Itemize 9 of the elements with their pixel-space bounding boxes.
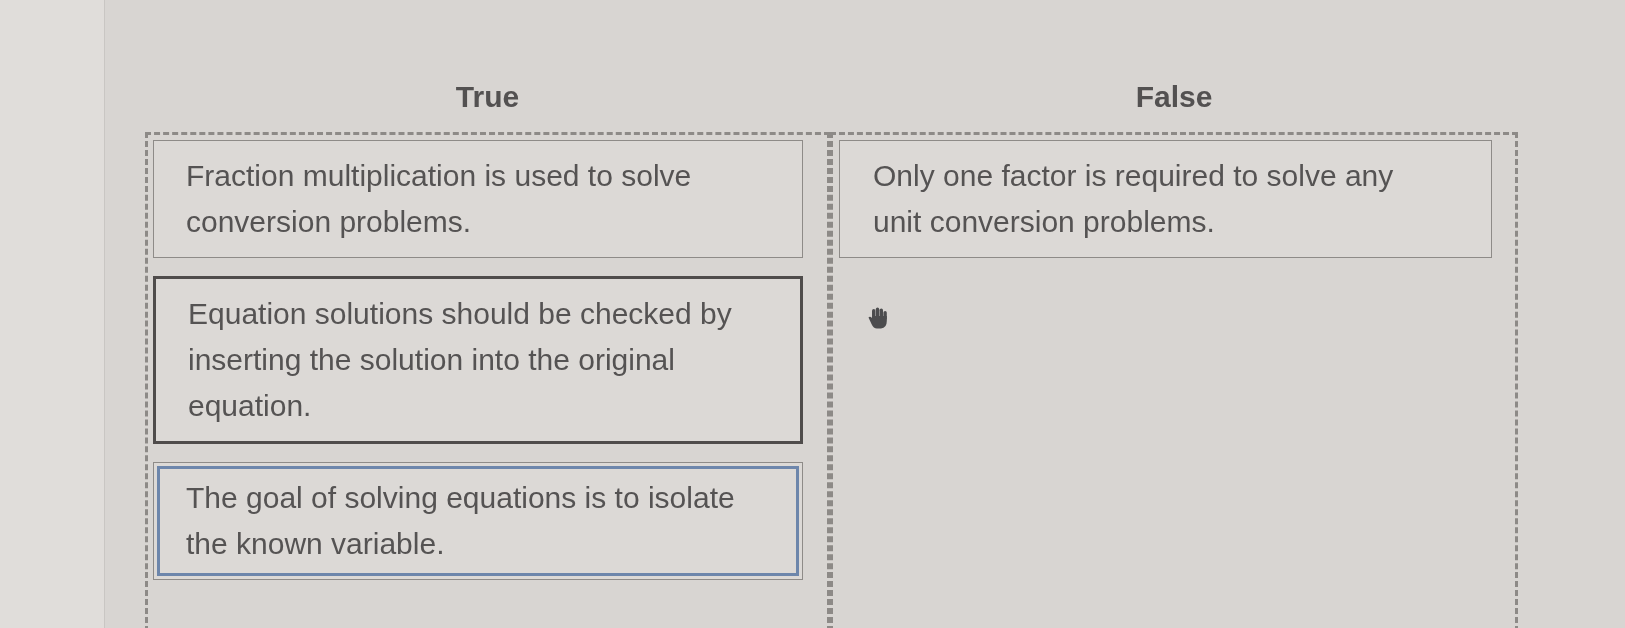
drop-zone[interactable]: Only one factor is required to solve any unit conversion problems. [830, 132, 1518, 628]
answer-card[interactable]: Equation solutions should be checked by inserting the solution into the original equation. [153, 276, 803, 444]
column-heading: True [455, 80, 520, 114]
hand-cursor-icon [867, 307, 889, 329]
answer-card[interactable]: Fraction multiplication is used to solve conversion problems. [153, 140, 803, 258]
column-heading: False [1135, 80, 1213, 114]
answer-card[interactable]: Only one factor is required to solve any unit conversion problems. [839, 140, 1492, 258]
drop-zone[interactable] [145, 132, 830, 628]
answer-card[interactable]: The goal of solving equations is to isolate the known variable. [153, 462, 803, 580]
